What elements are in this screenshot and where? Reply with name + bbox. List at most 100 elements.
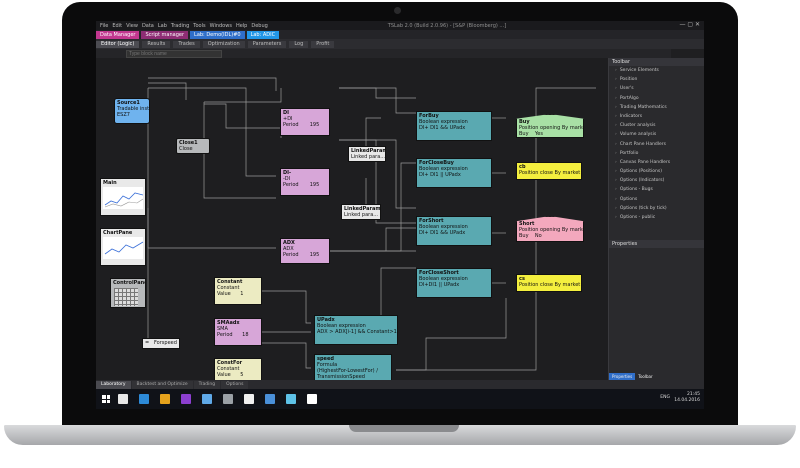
- toolbar-item[interactable]: › Options (tick by tick): [609, 204, 704, 213]
- app-icon[interactable]: [202, 394, 212, 404]
- node-chartpane[interactable]: ChartPane: [100, 228, 146, 266]
- tab-trading[interactable]: Trading: [193, 380, 221, 389]
- tab-optimization[interactable]: Optimization: [202, 40, 245, 48]
- tab-lab-adic[interactable]: Lab: ADIC: [246, 31, 280, 39]
- tab-laboratory[interactable]: Laboratory: [96, 380, 131, 389]
- toolbar-item[interactable]: › Chart Pane Handlers: [609, 140, 704, 149]
- settings-icon[interactable]: [265, 394, 275, 404]
- toolbar-item[interactable]: › Trading Mathematics: [609, 103, 704, 112]
- tslab-icon[interactable]: [307, 394, 317, 404]
- toolbar-item[interactable]: › Portfolio: [609, 149, 704, 158]
- window-title: TSLab 2.0 (Build 2.0.96) - [S&P (Bloombe…: [387, 22, 507, 29]
- main-chart-preview-lines: [104, 192, 144, 208]
- node-buy[interactable]: Buy Position opening By market Buy Yes: [516, 114, 584, 138]
- toolbar-item[interactable]: › Options: [609, 195, 704, 204]
- menu-trading[interactable]: Trading: [171, 23, 189, 29]
- tab-backtest[interactable]: Backtest and Optimize: [131, 380, 193, 389]
- node-source1[interactable]: Source1 Tradable instrument ESZ7: [114, 98, 150, 124]
- node-linked-param[interactable]: LinkedParamet Linked para...: [348, 146, 386, 162]
- tab-options[interactable]: Options: [221, 380, 249, 389]
- node-forspeed[interactable]: = Forspeed: [142, 338, 180, 349]
- search-icon[interactable]: [118, 394, 128, 404]
- node-main[interactable]: Main: [100, 178, 146, 216]
- menu-view[interactable]: View: [126, 23, 138, 29]
- node-forbuy[interactable]: ForBuy Boolean expression DI+ DI1 && UPa…: [416, 111, 492, 141]
- browser-icon[interactable]: [139, 394, 149, 404]
- node-di-minus[interactable]: DI- -DI Period 195: [280, 168, 330, 196]
- toolbar-panel-header: Toolbar: [609, 58, 704, 66]
- toolbar-item[interactable]: › Options - public: [609, 213, 704, 222]
- menu-bar: File Edit View Data Lab Trading Tools Wi…: [96, 21, 704, 30]
- node-smaadx[interactable]: SMAadx SMA Period 18: [214, 318, 262, 346]
- visual-studio-icon[interactable]: [181, 394, 191, 404]
- panel-tabs: Properties Toolbar: [609, 373, 704, 380]
- tab-parameters[interactable]: Parameters: [247, 40, 287, 48]
- menu-data[interactable]: Data: [142, 23, 154, 29]
- laptop-lid: File Edit View Data Lab Trading Tools Wi…: [62, 2, 738, 430]
- toolbar-item[interactable]: › Indicators: [609, 112, 704, 121]
- node-forclosebuy[interactable]: ForCloseBuy Boolean expression DI+ DI1 |…: [416, 158, 492, 188]
- node-adx[interactable]: ADX ADX Period 195: [280, 238, 330, 264]
- block-search-input[interactable]: [126, 49, 222, 58]
- menu-file[interactable]: File: [100, 23, 108, 29]
- node-linked-param1[interactable]: LinkedParamet1 Linked para...: [341, 204, 381, 220]
- chevron-right-icon: ›: [615, 123, 617, 129]
- toolbar-item[interactable]: › Canvas Pane Handlers: [609, 158, 704, 167]
- node-forcloseshort[interactable]: ForCloseShort Boolean expression DI+DI1 …: [416, 268, 492, 298]
- block-search-bar: [96, 49, 671, 58]
- menu-tools[interactable]: Tools: [193, 23, 205, 29]
- editor-toolbar: Editor (Logic) Results Trades Optimizati…: [96, 39, 704, 49]
- system-tray[interactable]: ENG 21:45 14.04.2016: [660, 392, 700, 404]
- chevron-right-icon: ›: [615, 132, 617, 138]
- chevron-right-icon: ›: [615, 86, 617, 92]
- windows-start-icon[interactable]: [102, 395, 110, 403]
- tab-properties[interactable]: Properties: [609, 373, 636, 380]
- node-controlpane[interactable]: ControlPane: [110, 278, 146, 308]
- tab-trades[interactable]: Trades: [173, 40, 200, 48]
- toolbar-item[interactable]: › Options (Positions): [609, 167, 704, 176]
- menu-edit[interactable]: Edit: [112, 23, 122, 29]
- node-cs[interactable]: cs Position close By market: [516, 274, 582, 292]
- node-forshort[interactable]: ForShort Boolean expression DI+ DI1 && U…: [416, 216, 492, 246]
- document-icon[interactable]: [244, 394, 254, 404]
- toolbar-item[interactable]: › Service Elements: [609, 66, 704, 75]
- toolbar-item[interactable]: › Options (Indicators): [609, 176, 704, 185]
- tab-script-manager[interactable]: Script manager: [141, 31, 189, 39]
- tab-editor[interactable]: Editor (Logic): [96, 40, 140, 48]
- tab-results[interactable]: Results: [142, 40, 171, 48]
- windows-taskbar: ENG 21:45 14.04.2016: [96, 389, 704, 409]
- logic-canvas[interactable]: Source1 Tradable instrument ESZ7 Close1 …: [96, 58, 608, 386]
- chevron-right-icon: ›: [615, 150, 617, 156]
- right-toolbar-panel: Toolbar › Service Elements › Position › Use…: [608, 58, 704, 380]
- tab-profit[interactable]: Profit: [311, 40, 335, 48]
- menu-help[interactable]: Help: [236, 23, 247, 29]
- node-constant[interactable]: Constant Constant Value 1: [214, 277, 262, 305]
- internet-explorer-icon[interactable]: [286, 394, 296, 404]
- toolbar-item[interactable]: › Options - Bugs: [609, 185, 704, 194]
- node-close1[interactable]: Close1 Close: [176, 138, 210, 154]
- menu-lab[interactable]: Lab: [158, 23, 167, 29]
- language-indicator[interactable]: ENG: [660, 395, 670, 401]
- toolbar-item[interactable]: › Volume analysis: [609, 130, 704, 139]
- node-cb[interactable]: cb Position close By market: [516, 162, 582, 180]
- chevron-right-icon: ›: [615, 178, 617, 184]
- tab-log[interactable]: Log: [289, 40, 309, 48]
- node-upadx[interactable]: UPadx Boolean expression ADX > ADX[i-1] …: [314, 315, 398, 345]
- toolbar-item[interactable]: › Cluster analysis: [609, 121, 704, 130]
- window-controls[interactable]: — ▢ ✕: [679, 21, 700, 28]
- menu-debug[interactable]: Debug: [251, 23, 267, 29]
- chevron-right-icon: ›: [615, 187, 617, 193]
- mode-tabs: Laboratory Backtest and Optimize Trading…: [96, 380, 704, 389]
- toolbar-item[interactable]: › Position: [609, 75, 704, 84]
- node-di-plus[interactable]: DI +DI Period 195: [280, 108, 330, 136]
- toolbar-item[interactable]: › User's: [609, 84, 704, 93]
- toolbar-item[interactable]: › PortAlgo: [609, 94, 704, 103]
- tab-toolbar[interactable]: Toolbar: [635, 373, 655, 380]
- laptop-base: [4, 425, 796, 445]
- tab-data-manager[interactable]: Data Manager: [96, 31, 140, 39]
- menu-windows[interactable]: Windows: [210, 23, 232, 29]
- folder-icon[interactable]: [160, 394, 170, 404]
- node-short[interactable]: Short Position opening By market Buy No: [516, 216, 584, 242]
- tab-lab-demo[interactable]: Lab: Demo(IDL)#0: [190, 31, 245, 39]
- calculator-icon[interactable]: [223, 394, 233, 404]
